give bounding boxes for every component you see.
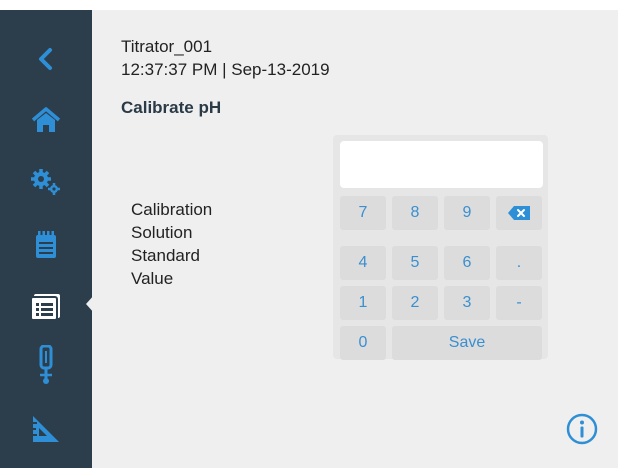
key-0[interactable]: 0 <box>340 326 386 360</box>
key-decimal[interactable]: . <box>496 246 542 280</box>
save-button[interactable]: Save <box>392 326 542 360</box>
backspace-button[interactable] <box>496 196 542 230</box>
home-icon <box>31 107 61 132</box>
value-input[interactable] <box>340 141 543 188</box>
ruler-triangle-icon <box>33 416 59 442</box>
page-title: Calibrate pH <box>121 98 222 117</box>
sidebar <box>0 10 92 468</box>
info-icon <box>566 413 598 445</box>
key-7[interactable]: 7 <box>340 196 386 230</box>
backspace-icon <box>508 206 530 220</box>
key-4[interactable]: 4 <box>340 246 386 280</box>
app-frame: Titrator_001 12:37:37 PM | Sep-13-2019 C… <box>0 10 618 468</box>
back-button[interactable] <box>20 37 72 81</box>
sidebar-item-notepad[interactable] <box>20 223 72 267</box>
field-label-line: Standard <box>131 246 200 265</box>
field-label-line: Value <box>131 269 174 288</box>
field-label-line: Calibration <box>131 200 213 219</box>
key-2[interactable]: 2 <box>392 286 438 320</box>
probe-icon <box>39 345 53 384</box>
sidebar-item-list[interactable] <box>20 285 72 329</box>
key-minus[interactable]: - <box>496 286 542 320</box>
key-1[interactable]: 1 <box>340 286 386 320</box>
back-chevron-icon <box>39 48 52 70</box>
info-button[interactable] <box>566 413 598 445</box>
list-card-icon <box>30 294 60 321</box>
field-label-line: Solution <box>131 223 193 242</box>
sidebar-item-probe[interactable] <box>20 343 72 387</box>
key-9[interactable]: 9 <box>444 196 490 230</box>
sidebar-item-home[interactable] <box>20 98 72 142</box>
key-6[interactable]: 6 <box>444 246 490 280</box>
device-name: Titrator_001 <box>121 37 213 56</box>
notepad-icon <box>36 231 56 258</box>
key-3[interactable]: 3 <box>444 286 490 320</box>
sidebar-item-ruler[interactable] <box>20 407 72 451</box>
sidebar-item-settings[interactable] <box>20 160 72 204</box>
key-8[interactable]: 8 <box>392 196 438 230</box>
selection-pointer <box>86 294 95 314</box>
settings-gears-icon <box>31 169 60 195</box>
field-label: Calibration Solution Standard Value <box>131 198 261 290</box>
key-5[interactable]: 5 <box>392 246 438 280</box>
datetime: 12:37:37 PM | Sep-13-2019 <box>121 60 330 79</box>
numeric-keypad: 7 8 9 4 5 6 . 1 2 3 - 0 Save <box>333 135 548 360</box>
